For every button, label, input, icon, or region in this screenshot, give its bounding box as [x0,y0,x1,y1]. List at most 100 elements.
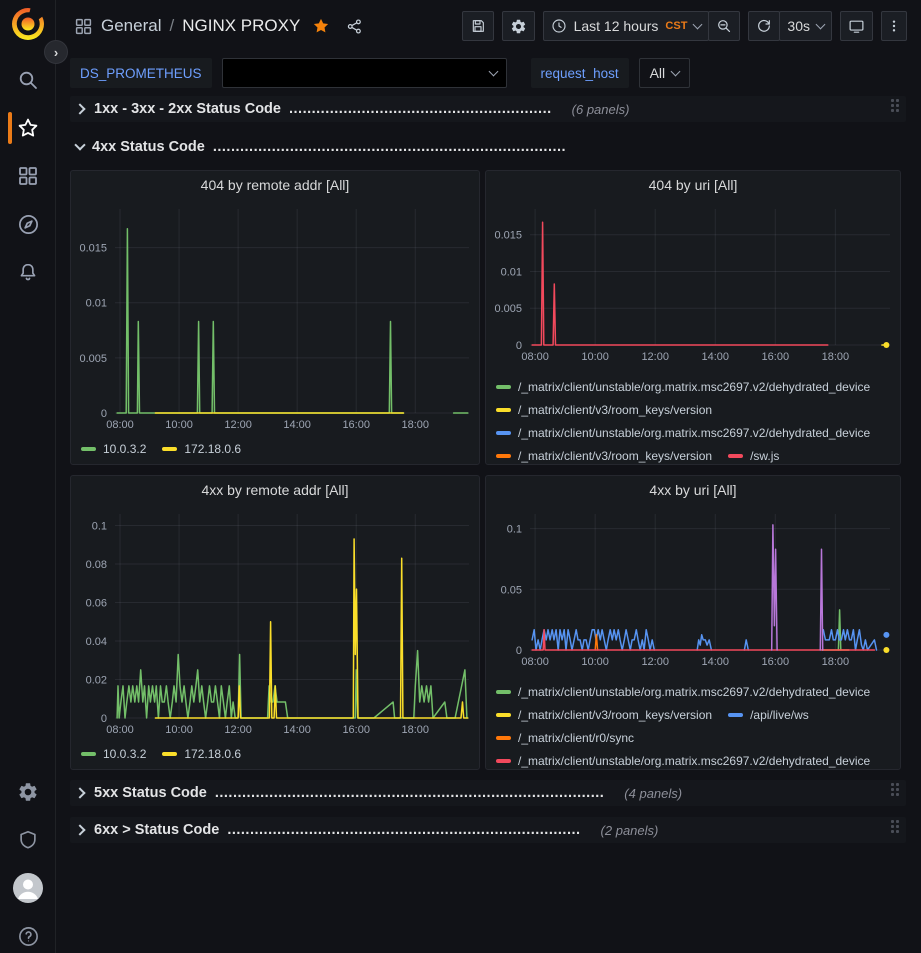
settings-gear-icon[interactable] [0,772,56,812]
legend-label: /_matrix/client/v3/room_keys/version [518,449,712,463]
x-axis-tick-label: 14:00 [701,351,729,363]
row-drag-handle[interactable] [891,99,901,115]
alerting-bell-icon[interactable] [0,252,56,292]
legend-label: /_matrix/client/unstable/org.matrix.msc2… [518,754,870,768]
legend-item[interactable]: /_matrix/client/r0/sync [496,726,634,749]
x-axis-tick-label: 12:00 [641,656,669,668]
panel-legend: /_matrix/client/unstable/org.matrix.msc2… [486,365,900,464]
legend-label: 10.0.3.2 [103,747,146,761]
favorite-star-icon[interactable] [312,17,330,35]
legend-item[interactable]: /_matrix/client/unstable/org.matrix.msc2… [496,375,870,398]
row-title: 5xx Status Code [94,785,207,801]
variable-value-datasource[interactable] [222,58,507,88]
refresh-interval-picker[interactable]: 30s [779,11,832,41]
refresh-icon [756,18,772,34]
legend-item[interactable]: /_matrix/client/unstable/org.matrix.msc2… [496,680,870,703]
time-range-picker[interactable]: Last 12 hours CST [543,11,710,41]
chevron-right-icon [74,103,85,114]
breadcrumb-separator: / [169,16,174,36]
legend-label: 10.0.3.2 [103,442,146,456]
panel-404-by-uri: 404 by uri [All] 08:0010:0012:0014:0016:… [485,170,901,465]
help-icon[interactable] [0,916,56,953]
x-axis-tick-label: 18:00 [822,351,850,363]
variable-label-datasource[interactable]: DS_PROMETHEUS [70,58,212,88]
legend-item[interactable]: 10.0.3.2 [81,437,146,460]
save-icon [470,18,486,34]
variable-label-request-host[interactable]: request_host [531,58,629,88]
admin-shield-icon[interactable] [0,820,56,860]
timeseries-chart[interactable]: 08:0010:0012:0014:0016:0018:0000.050.1 [486,504,900,670]
panel-title[interactable]: 404 by remote addr [All] [71,171,479,199]
row-header-1xx-3xx-2xx[interactable]: 1xx - 3xx - 2xx Status Code ............… [70,96,906,122]
legend-item[interactable]: /_matrix/client/unstable/org.matrix.msc2… [496,421,870,444]
x-axis-tick-label: 10:00 [581,656,609,668]
panel-legend: /_matrix/client/unstable/org.matrix.msc2… [486,670,900,769]
panel-title[interactable]: 404 by uri [All] [486,171,900,199]
legend-label: 172.18.0.6 [184,747,241,761]
navbar-actions: Last 12 hours CST 30s [462,11,907,41]
row-panel-count: (6 panels) [572,102,630,117]
row-drag-handle[interactable] [891,783,901,799]
legend-label: /_matrix/client/unstable/org.matrix.msc2… [518,426,870,440]
explore-icon[interactable] [0,204,56,244]
timeseries-chart[interactable]: 08:0010:0012:0014:0016:0018:0000.0050.01… [71,199,479,433]
panel-grid: 404 by remote addr [All] 08:0010:0012:00… [70,170,906,770]
variable-value-request-host[interactable]: All [639,58,691,88]
row-title-dots: ........................................… [213,139,566,155]
row-header-5xx[interactable]: 5xx Status Code ........................… [70,780,906,806]
search-icon[interactable] [0,60,56,100]
panel-title[interactable]: 4xx by remote addr [All] [71,476,479,504]
legend-item[interactable]: /sw.js [728,444,779,464]
dashboard-settings-button[interactable] [502,11,535,41]
series-line [532,630,876,650]
chevron-right-icon [74,787,85,798]
panel-4xx-by-uri: 4xx by uri [All] 08:0010:0012:0014:0016:… [485,475,901,770]
grafana-logo-icon[interactable] [8,5,48,45]
dashboard-menu-button[interactable] [881,11,907,41]
legend-item[interactable]: 10.0.3.2 [81,742,146,765]
row-title-dots: ........................................… [215,785,604,801]
row-title: 6xx > Status Code [94,822,219,838]
legend-item[interactable]: /_matrix/client/v3/room_keys/version [496,444,712,464]
legend-item[interactable]: /_matrix/client/v3/room_keys/version [496,398,712,421]
dashboard-content: DS_PROMETHEUS request_host All 1xx - 3xx… [56,52,921,953]
zoom-out-button[interactable] [708,11,740,41]
legend-label: /api/live/ws [750,708,809,722]
breadcrumb-dashboard-title[interactable]: NGINX PROXY [182,16,300,36]
y-axis-tick-label: 0.04 [86,636,107,648]
chevron-down-icon [816,20,826,30]
x-axis-tick-label: 08:00 [521,351,549,363]
expand-sidebar-button[interactable]: › [44,40,68,64]
tv-mode-button[interactable] [840,11,873,41]
monitor-icon [848,18,865,35]
user-avatar[interactable] [0,868,56,908]
breadcrumb-folder[interactable]: General [101,16,161,36]
timeseries-chart[interactable]: 08:0010:0012:0014:0016:0018:0000.020.040… [71,504,479,738]
refresh-button[interactable] [748,11,780,41]
kebab-menu-icon [886,18,902,34]
dashboards-icon[interactable] [0,156,56,196]
legend-item[interactable]: 172.18.0.6 [162,742,241,765]
x-axis-tick-label: 12:00 [224,419,252,431]
timeseries-chart[interactable]: 08:0010:0012:0014:0016:0018:0000.0050.01… [486,199,900,365]
starred-dashboards-icon[interactable] [0,108,56,148]
row-title-dots: ........................................… [289,101,552,117]
active-indicator [8,112,12,144]
series-line [117,651,467,718]
legend-item[interactable]: /api/live/ws [728,703,809,726]
y-axis-tick-label: 0.08 [86,559,107,571]
row-header-6xx[interactable]: 6xx > Status Code ......................… [70,817,906,843]
panel-title[interactable]: 4xx by uri [All] [486,476,900,504]
legend-item[interactable]: 172.18.0.6 [162,437,241,460]
row-drag-handle[interactable] [891,820,901,836]
legend-item[interactable]: /_matrix/client/v3/room_keys/version [496,703,712,726]
legend-item[interactable]: /_matrix/client/unstable/org.matrix.msc2… [496,749,870,769]
legend-label: /_matrix/client/r0/sync [518,731,634,745]
x-axis-tick-label: 10:00 [165,419,193,431]
save-dashboard-button[interactable] [462,11,494,41]
clock-icon [551,18,567,34]
share-icon[interactable] [346,18,363,35]
row-header-4xx[interactable]: 4xx Status Code ........................… [70,134,906,160]
series-end-point [883,647,889,653]
breadcrumb: General / NGINX PROXY [74,16,363,36]
